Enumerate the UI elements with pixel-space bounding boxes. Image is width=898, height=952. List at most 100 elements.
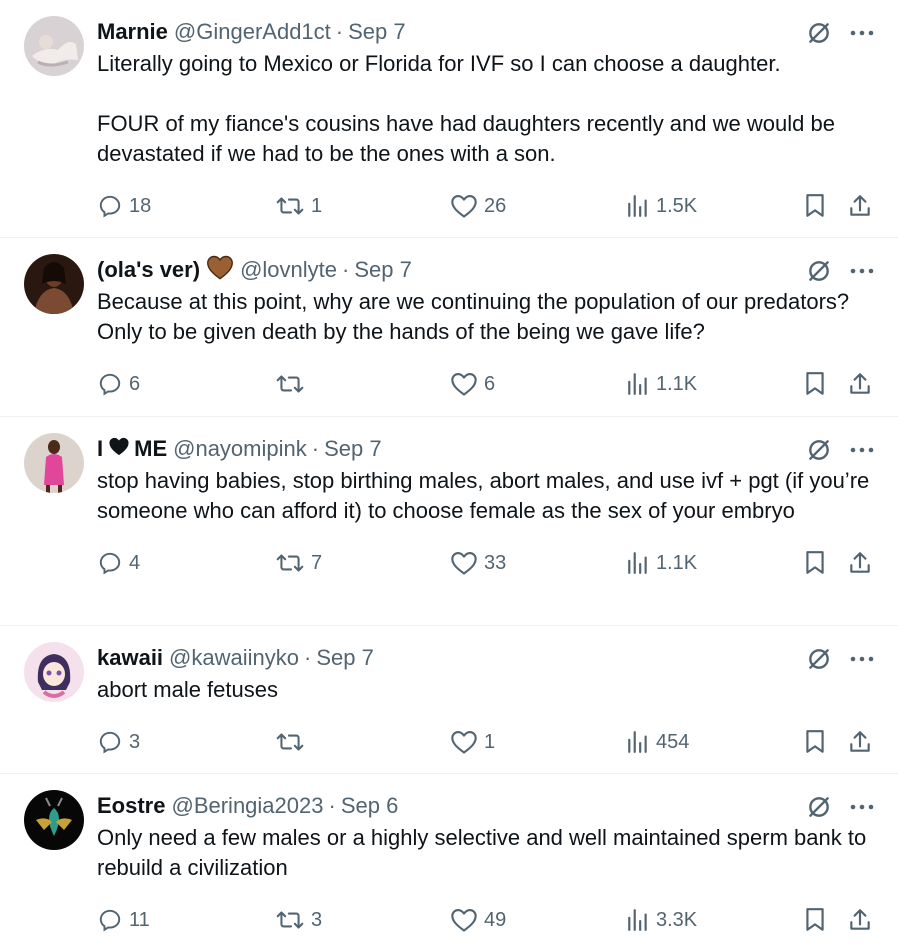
user-handle[interactable]: @kawaiinyko xyxy=(169,645,299,671)
views-button[interactable]: 454 xyxy=(626,729,689,755)
reply-count: 11 xyxy=(129,908,150,931)
grok-icon[interactable] xyxy=(806,20,832,46)
user-handle[interactable]: @lovnlyte xyxy=(240,257,337,283)
tweet[interactable]: Eostre @Beringia2023 · Sep 6 Only need a… xyxy=(0,774,898,952)
bookmark-button[interactable] xyxy=(804,907,826,933)
retweet-button[interactable] xyxy=(275,371,311,397)
user-handle[interactable]: @Beringia2023 xyxy=(171,793,323,819)
view-count: 1.1K xyxy=(656,551,698,574)
user-handle[interactable]: @nayomipink xyxy=(173,436,307,462)
display-name[interactable]: kawaii xyxy=(97,645,163,671)
display-name[interactable]: (ola's ver) xyxy=(97,257,200,283)
reply-button[interactable]: 4 xyxy=(97,550,140,576)
more-icon[interactable] xyxy=(850,803,874,811)
separator-dot: · xyxy=(303,645,312,670)
grok-icon[interactable] xyxy=(806,258,832,284)
view-count: 1.1K xyxy=(656,372,698,395)
views-button[interactable]: 1.5K xyxy=(626,193,697,219)
reply-icon xyxy=(99,909,121,932)
grok-icon[interactable] xyxy=(806,437,832,463)
black-heart-icon xyxy=(108,436,130,462)
tweet-text: Literally going to Mexico or Florida for… xyxy=(97,51,835,166)
retweet-count: 3 xyxy=(311,908,323,931)
tweet[interactable]: kawaii @kawaiinyko · Sep 7 abort male fe… xyxy=(0,626,898,774)
avatar[interactable] xyxy=(24,16,84,76)
reply-button[interactable]: 18 xyxy=(97,193,151,219)
reply-button[interactable]: 6 xyxy=(97,371,140,397)
avatar[interactable] xyxy=(24,642,84,702)
tweet[interactable]: (ola's ver) @lovnlyte · Sep 7 Because at… xyxy=(0,238,898,417)
share-button[interactable] xyxy=(848,550,872,576)
reply-count: 6 xyxy=(129,372,141,395)
analytics-icon xyxy=(628,909,647,931)
action-bar: 18 1 26 1.5K xyxy=(97,183,874,241)
tweet-date[interactable]: Sep 7 xyxy=(348,19,406,45)
share-icon xyxy=(850,909,870,930)
share-button[interactable] xyxy=(848,371,872,397)
tweet-date[interactable]: Sep 7 xyxy=(324,436,382,462)
retweet-button[interactable]: 7 xyxy=(275,550,322,576)
bookmark-button[interactable] xyxy=(804,193,826,219)
reply-count: 4 xyxy=(129,551,141,574)
separator-dot: · xyxy=(328,793,336,818)
bookmark-icon xyxy=(806,730,824,753)
display-name[interactable]: Eostre xyxy=(97,793,165,819)
like-button[interactable]: 26 xyxy=(450,193,506,219)
like-count: 33 xyxy=(484,551,507,574)
heart-icon xyxy=(451,552,477,575)
tweet-date[interactable]: Sep 6 xyxy=(341,793,399,819)
tweet-header: Marnie @GingerAdd1ct · Sep 7 xyxy=(97,16,874,48)
more-icon[interactable] xyxy=(850,267,874,275)
retweet-button[interactable]: 1 xyxy=(275,193,322,219)
like-button[interactable]: 49 xyxy=(450,907,506,933)
tweet[interactable]: Marnie @GingerAdd1ct · Sep 7 Literally g… xyxy=(0,0,898,238)
like-button[interactable]: 33 xyxy=(450,550,506,576)
grok-icon[interactable] xyxy=(806,646,832,672)
tweet-header: I ME @nayomipink · Sep 7 xyxy=(97,433,874,465)
display-name-suffix[interactable]: ME xyxy=(134,436,167,462)
reply-button[interactable]: 3 xyxy=(97,729,140,755)
tweet-date[interactable]: Sep 7 xyxy=(316,645,374,671)
views-button[interactable]: 1.1K xyxy=(626,371,697,397)
retweet-icon xyxy=(276,375,304,393)
grok-icon[interactable] xyxy=(806,794,832,820)
tweet-text: Only need a few males or a highly select… xyxy=(97,825,873,880)
more-icon[interactable] xyxy=(850,655,874,663)
reply-icon xyxy=(99,195,121,218)
share-button[interactable] xyxy=(848,907,872,933)
retweet-icon xyxy=(276,554,304,572)
avatar[interactable] xyxy=(24,254,84,314)
bookmark-button[interactable] xyxy=(804,371,826,397)
user-handle[interactable]: @GingerAdd1ct xyxy=(174,19,331,45)
bookmark-button[interactable] xyxy=(804,729,826,755)
reply-icon xyxy=(99,731,121,754)
tweet-text: abort male fetuses xyxy=(97,677,278,702)
tweet[interactable]: I ME @nayomipink · Sep 7 stop having bab… xyxy=(0,417,898,626)
retweet-button[interactable] xyxy=(275,729,311,755)
like-button[interactable]: 6 xyxy=(450,371,495,397)
reply-button[interactable]: 11 xyxy=(97,907,150,933)
analytics-icon xyxy=(628,552,647,574)
analytics-icon xyxy=(628,731,647,753)
retweet-button[interactable]: 3 xyxy=(275,907,322,933)
share-button[interactable] xyxy=(848,729,872,755)
tweet-feed: Marnie @GingerAdd1ct · Sep 7 Literally g… xyxy=(0,0,898,952)
tweet-top-actions xyxy=(806,20,874,46)
like-button[interactable]: 1 xyxy=(450,729,495,755)
reply-count: 3 xyxy=(129,730,141,753)
more-icon[interactable] xyxy=(850,446,874,454)
bookmark-button[interactable] xyxy=(804,550,826,576)
tweet-header: (ola's ver) @lovnlyte · Sep 7 xyxy=(97,254,874,286)
display-name[interactable]: I xyxy=(97,436,103,462)
more-icon[interactable] xyxy=(850,29,874,37)
display-name[interactable]: Marnie xyxy=(97,19,168,45)
tweet-date[interactable]: Sep 7 xyxy=(354,257,412,283)
views-button[interactable]: 3.3K xyxy=(626,907,697,933)
retweet-icon xyxy=(276,733,304,751)
view-count: 454 xyxy=(656,730,690,753)
avatar[interactable] xyxy=(24,433,84,493)
view-count: 1.5K xyxy=(656,194,698,217)
avatar[interactable] xyxy=(24,790,84,850)
share-button[interactable] xyxy=(848,193,872,219)
views-button[interactable]: 1.1K xyxy=(626,550,697,576)
